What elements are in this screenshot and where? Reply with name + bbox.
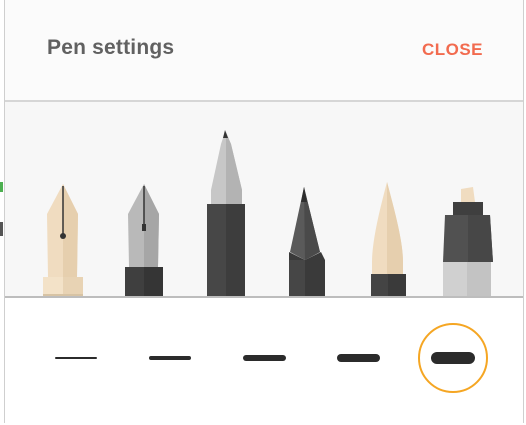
pen-settings-dialog: Pen settings CLOSE xyxy=(4,0,524,423)
stroke-size-5[interactable] xyxy=(418,323,488,393)
stroke-size-1-line xyxy=(55,357,97,359)
dialog-title: Pen settings xyxy=(47,36,175,59)
stroke-size-4-line xyxy=(337,354,380,362)
stroke-size-1[interactable] xyxy=(51,348,101,368)
stroke-size-2[interactable] xyxy=(145,348,195,368)
fountain-pen-icon[interactable] xyxy=(43,184,83,297)
pencil-icon[interactable] xyxy=(289,187,325,297)
background-mark xyxy=(0,182,3,192)
stroke-size-5-line xyxy=(431,352,475,364)
close-button[interactable]: CLOSE xyxy=(422,40,483,60)
dialog-header: Pen settings CLOSE xyxy=(5,0,523,102)
stroke-size-2-line xyxy=(149,356,191,360)
stroke-size-3[interactable] xyxy=(239,348,289,368)
brush-icon[interactable] xyxy=(371,182,406,297)
pen-types-row xyxy=(43,130,493,297)
ballpoint-pen-icon[interactable] xyxy=(207,130,245,297)
background-mark xyxy=(0,222,3,236)
pen-type-picker xyxy=(5,102,523,297)
stroke-size-3-line xyxy=(243,355,286,361)
marker-icon[interactable] xyxy=(443,187,493,297)
calligraphy-pen-icon[interactable] xyxy=(125,184,163,297)
stroke-size-picker xyxy=(5,298,523,423)
stroke-size-4[interactable] xyxy=(333,348,383,368)
